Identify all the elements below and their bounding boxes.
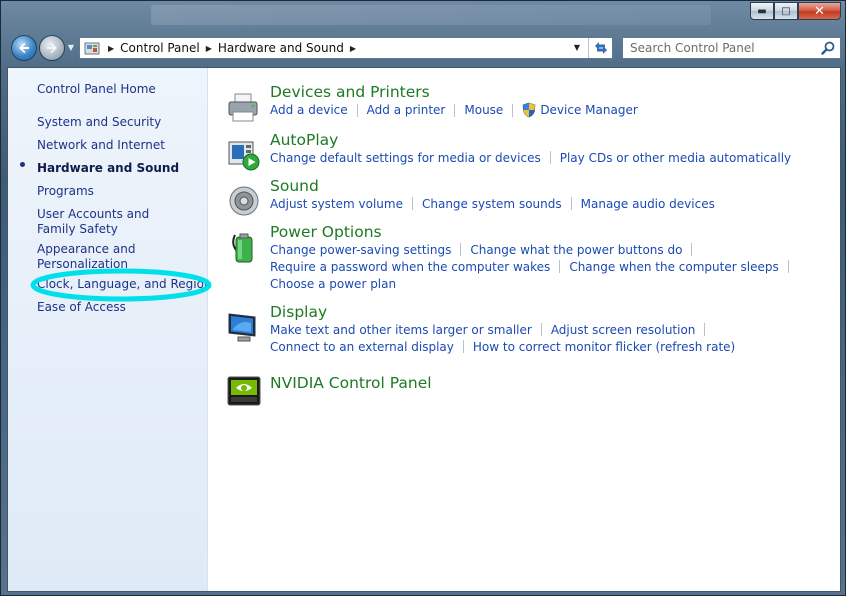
task-separator [559, 260, 561, 273]
sidebar-item-network-and-internet[interactable]: Network and Internet [37, 138, 165, 153]
forward-button[interactable] [39, 35, 65, 61]
breadcrumb-separator: ▶ [108, 43, 115, 53]
navigation-bar: ▼ ▶ Control Panel ▶ Hardware and Sound ▶… [1, 29, 846, 67]
task-change-power-saving[interactable]: Change power-saving settings [270, 243, 451, 257]
task-require-password[interactable]: Require a password when the computer wak… [270, 260, 550, 274]
task-power-buttons[interactable]: Change what the power buttons do [470, 243, 682, 257]
nvidia-icon [227, 376, 261, 406]
task-external-display[interactable]: Connect to an external display [270, 340, 454, 354]
window-frame: ▬ □ ✕ ▼ ▶ Control Panel ▶ Hardware and S… [0, 0, 846, 596]
title-bar-reflection [151, 5, 711, 25]
task-separator [704, 323, 706, 336]
task-add-device[interactable]: Add a device [270, 103, 348, 117]
sidebar-item-system-and-security[interactable]: System and Security [37, 115, 161, 130]
address-history-dropdown[interactable]: ▼ [568, 38, 586, 58]
control-panel-folder-icon [84, 42, 100, 55]
maximize-button[interactable]: □ [774, 2, 798, 20]
content-area: Control Panel Home System and Security N… [7, 67, 841, 592]
task-change-system-sounds[interactable]: Change system sounds [422, 197, 562, 211]
task-row: Choose a power plan [270, 276, 396, 291]
category-title[interactable]: Display [270, 303, 327, 321]
breadcrumb-separator[interactable]: ▶ [350, 44, 356, 53]
task-separator [454, 103, 456, 117]
task-row: Adjust system volume Change system sounds… [270, 196, 715, 211]
task-adjust-volume[interactable]: Adjust system volume [270, 197, 403, 211]
category-title[interactable]: AutoPlay [270, 131, 338, 149]
search-box[interactable] [622, 37, 841, 59]
task-separator [549, 151, 551, 164]
task-device-manager[interactable]: Device Manager [540, 103, 637, 117]
task-separator [460, 243, 462, 256]
sidebar: Control Panel Home System and Security N… [8, 68, 212, 591]
task-separator [462, 340, 464, 353]
breadcrumb-separator[interactable]: ▶ [206, 44, 212, 53]
task-separator [356, 103, 358, 117]
task-row: Add a device Add a printer Mouse Device Ma… [270, 102, 638, 118]
monitor-icon [228, 313, 256, 342]
task-monitor-flicker[interactable]: How to correct monitor flicker (refresh … [473, 340, 735, 354]
back-button[interactable] [11, 35, 37, 61]
caption-buttons: ▬ □ ✕ [750, 2, 841, 20]
printer-icon [228, 93, 258, 122]
uac-shield-icon [522, 102, 536, 118]
task-row: Change power-saving settings Change what … [270, 242, 701, 257]
task-separator [787, 260, 789, 273]
close-button[interactable]: ✕ [798, 2, 841, 20]
refresh-button[interactable] [588, 38, 612, 58]
category-title[interactable]: Power Options [270, 223, 382, 241]
sidebar-item-user-accounts[interactable]: User Accounts and Family Safety [37, 207, 187, 237]
task-separator [540, 323, 542, 336]
speaker-icon [229, 186, 259, 216]
sidebar-item-appearance[interactable]: Appearance and Personalization [37, 242, 187, 268]
task-play-cds[interactable]: Play CDs or other media automatically [560, 151, 791, 165]
minimize-button[interactable]: ▬ [750, 2, 774, 20]
task-row: Require a password when the computer wak… [270, 259, 798, 274]
task-change-sleep[interactable]: Change when the computer sleeps [569, 260, 778, 274]
sidebar-item-ease-of-access[interactable]: Ease of Access [37, 300, 126, 315]
category-title[interactable]: NVIDIA Control Panel [270, 374, 432, 392]
sidebar-item-control-panel-home[interactable]: Control Panel Home [37, 82, 156, 97]
breadcrumb-hardware-and-sound[interactable]: Hardware and Sound [218, 41, 344, 55]
search-input[interactable] [623, 38, 815, 58]
back-arrow-icon [19, 42, 29, 54]
category-title[interactable]: Devices and Printers [270, 83, 430, 101]
category-title[interactable]: Sound [270, 177, 319, 195]
task-choose-power-plan[interactable]: Choose a power plan [270, 277, 396, 291]
task-screen-resolution[interactable]: Adjust screen resolution [551, 323, 696, 337]
task-separator [512, 103, 514, 117]
current-item-bullet [20, 162, 25, 167]
breadcrumb-control-panel[interactable]: Control Panel [120, 41, 200, 55]
task-row: Change default settings for media or dev… [270, 150, 791, 165]
refresh-icon [594, 42, 607, 54]
task-separator [570, 197, 572, 210]
task-row: Make text and other items larger or smal… [270, 322, 714, 337]
forward-arrow-icon [47, 42, 57, 54]
search-icon[interactable] [821, 41, 835, 55]
task-add-printer[interactable]: Add a printer [367, 103, 446, 117]
recent-pages-dropdown[interactable]: ▼ [65, 42, 77, 54]
address-bar[interactable]: ▶ Control Panel ▶ Hardware and Sound ▶ ▼ [79, 37, 613, 59]
task-text-size[interactable]: Make text and other items larger or smal… [270, 323, 532, 337]
task-change-default-settings[interactable]: Change default settings for media or dev… [270, 151, 541, 165]
battery-icon [232, 233, 253, 263]
task-manage-audio-devices[interactable]: Manage audio devices [581, 197, 715, 211]
autoplay-icon [228, 141, 260, 171]
sidebar-item-clock-language-region[interactable]: Clock, Language, and Region [37, 277, 212, 292]
task-row: Connect to an external display How to cor… [270, 339, 735, 354]
task-separator [691, 243, 693, 256]
task-separator [411, 197, 413, 210]
sidebar-item-programs[interactable]: Programs [37, 184, 94, 199]
sidebar-item-hardware-and-sound: Hardware and Sound [37, 161, 180, 175]
task-mouse[interactable]: Mouse [464, 103, 503, 117]
